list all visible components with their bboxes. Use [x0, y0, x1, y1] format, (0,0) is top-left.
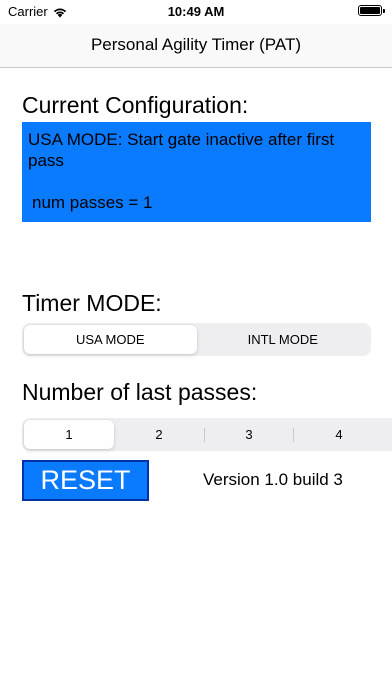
- timer-mode-segmented-control: USA MODE INTL MODE: [22, 323, 371, 356]
- nav-title: Personal Agility Timer (PAT): [90, 35, 302, 54]
- battery-icon: [358, 5, 385, 16]
- last-passes-heading: Number of last passes:: [22, 379, 258, 405]
- segment-usa-mode[interactable]: USA MODE: [24, 325, 197, 354]
- timer-mode-heading: Timer MODE:: [22, 290, 162, 316]
- navigation-bar: Personal Agility Timer (PAT): [0, 24, 392, 68]
- config-heading: Current Configuration:: [22, 92, 249, 118]
- segment-passes-3[interactable]: 3: [205, 420, 293, 449]
- status-time: 10:49 AM: [167, 4, 225, 19]
- status-bar: Carrier 10:49 AM: [0, 0, 392, 24]
- segment-passes-2[interactable]: 2: [114, 420, 204, 449]
- last-passes-segmented-control: 1 2 3 4: [22, 418, 392, 451]
- segment-passes-1[interactable]: 1: [24, 420, 114, 449]
- segment-passes-4[interactable]: 4: [294, 420, 384, 449]
- config-display: USA MODE: Start gate inactive after firs…: [22, 122, 371, 222]
- config-mode-text: USA MODE: Start gate inactive after firs…: [28, 130, 335, 170]
- config-passes-text: num passes = 1: [32, 193, 153, 212]
- reset-button[interactable]: RESET: [22, 460, 149, 501]
- segment-intl-mode[interactable]: INTL MODE: [197, 325, 370, 354]
- version-label: Version 1.0 build 3: [203, 470, 343, 489]
